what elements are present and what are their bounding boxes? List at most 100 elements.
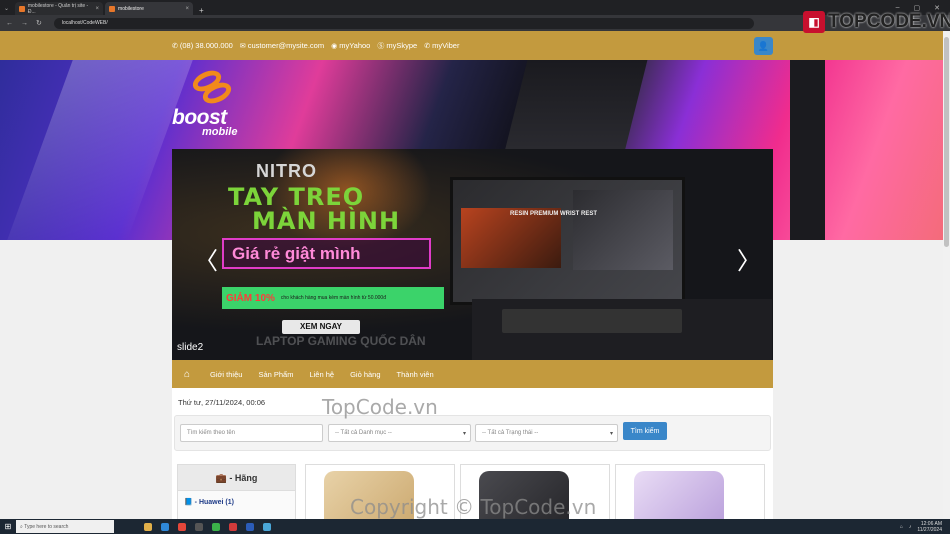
yahoo-link[interactable]: ◉ myYahoo: [331, 41, 370, 51]
book-icon: 📘: [184, 499, 193, 506]
slide-caption: slide2: [177, 342, 204, 353]
chrome-icon[interactable]: [178, 522, 186, 531]
slider-prev-icon[interactable]: 〈: [194, 241, 218, 276]
app-icon[interactable]: [229, 522, 237, 531]
taskbar-apps: [144, 522, 271, 531]
favicon-icon: [19, 5, 25, 12]
sidebar-item-huawei[interactable]: 📘 - Huawei (1): [178, 491, 295, 513]
nav-item-products[interactable]: Sản Phẩm: [250, 370, 301, 379]
network-icon[interactable]: ⌂: [900, 524, 903, 530]
taskbar-search[interactable]: ⌕ Type here to search: [16, 520, 114, 533]
phone-text: (08) 38.000.000: [179, 41, 233, 50]
logo-mark-icon: [189, 66, 236, 108]
forward-icon[interactable]: →: [21, 20, 28, 27]
browser-tab-admin[interactable]: mobilestore - Quản trị site - Đ... ×: [15, 2, 104, 15]
taskbar-search-text: Type here to search: [24, 523, 69, 530]
url-field[interactable]: localhost/CodeWEB/: [53, 17, 754, 29]
favicon-icon: [109, 5, 116, 12]
clock[interactable]: 12:06 AM 11/27/2024: [917, 521, 942, 533]
windows-taskbar: ⊞ ⌕ Type here to search ⌂ ♪ 12:06 AM 11/…: [0, 519, 950, 534]
windows-start-icon[interactable]: ⊞: [0, 522, 16, 531]
slider-next-icon[interactable]: 〉: [737, 241, 761, 276]
browser-tab-store[interactable]: mobilestore ×: [105, 2, 194, 15]
phone-link[interactable]: ✆ (08) 38.000.000: [172, 41, 233, 51]
clock-time: 12:06 AM: [920, 520, 942, 527]
slide-keyboard: [502, 309, 682, 333]
word-icon[interactable]: [246, 522, 254, 531]
page-scrollbar[interactable]: [943, 31, 950, 519]
search-panel: Tìm kiếm theo tên -- Tất cả Danh mục -- …: [174, 415, 771, 451]
site-logo[interactable]: boost mobile: [172, 66, 238, 138]
close-tab-icon[interactable]: ×: [186, 6, 190, 12]
volume-icon[interactable]: ♪: [909, 524, 912, 530]
category-select[interactable]: -- Tất cả Danh mục -- ▾: [328, 424, 471, 442]
viber-link[interactable]: ✆ myViber: [424, 41, 459, 51]
chevron-down-icon: ▾: [609, 430, 613, 437]
chevron-down-icon: ▾: [462, 430, 466, 437]
slide-monitor-image: [450, 177, 685, 305]
watermark-copyright: Copyright © TopCode.vn: [350, 495, 597, 519]
slide-product-text: RESIN PREMIUM WRIST REST: [510, 211, 598, 217]
email-link[interactable]: ✉ customer@mysite.com: [240, 41, 324, 51]
tab-search-icon[interactable]: ⌄: [4, 5, 9, 12]
file-explorer-icon[interactable]: [144, 522, 152, 531]
current-date: Thứ tư, 27/11/2024, 00:06: [178, 398, 266, 407]
app-icon[interactable]: [195, 522, 203, 531]
hero-phone-image: [790, 60, 825, 240]
logo-sub: mobile: [202, 126, 238, 138]
skype-link[interactable]: ⓈmySkype: [377, 41, 417, 51]
tab-title: mobilestore: [118, 5, 144, 12]
sidebar-header: 💼 - Hãng: [178, 465, 295, 491]
viber-text: myViber: [432, 41, 460, 50]
back-icon[interactable]: ←: [6, 20, 13, 27]
app-icon[interactable]: [212, 522, 220, 531]
tab-title: mobilestore - Quản trị site - Đ...: [27, 2, 89, 15]
skype-text: mySkype: [386, 41, 418, 50]
scrollbar-thumb[interactable]: [944, 37, 949, 247]
slide-highlight: Giá rẻ giật mình: [222, 238, 431, 269]
main-nav: ⌂ Giới thiệu Sản Phẩm Liên hệ Giỏ hàng T…: [172, 360, 773, 388]
nav-item-contact[interactable]: Liên hệ: [301, 370, 342, 379]
new-tab-button[interactable]: +: [199, 6, 204, 15]
url-text: localhost/CodeWEB/: [61, 20, 108, 26]
email-icon: ✉: [239, 43, 246, 50]
home-icon[interactable]: ⌂: [172, 369, 202, 380]
search-input[interactable]: Tìm kiếm theo tên: [180, 424, 323, 442]
skype-icon: Ⓢ: [377, 43, 385, 50]
status-select[interactable]: -- Tất cả Trạng thái -- ▾: [475, 424, 618, 442]
search-placeholder: Tìm kiếm theo tên: [187, 430, 236, 436]
topcode-logo-icon: ◧: [803, 11, 825, 33]
user-icon: 👤: [757, 40, 770, 51]
user-account-button[interactable]: 👤: [754, 37, 773, 55]
watermark-logo: ◧ TOPCODE.VN: [803, 11, 950, 33]
logo-name: boost: [172, 106, 227, 129]
search-button[interactable]: Tìm kiếm: [623, 422, 667, 440]
clock-date: 11/27/2024: [917, 526, 942, 533]
yahoo-icon: ◉: [331, 43, 338, 50]
slide-cta-button[interactable]: XEM NGAY: [282, 320, 360, 334]
status-select-value: -- Tất cả Trạng thái --: [482, 430, 539, 436]
contact-links: ✆ (08) 38.000.000 ✉ customer@mysite.com ◉ m…: [172, 41, 459, 51]
slide-footer-text: LAPTOP GAMING QUỐC DÂN: [256, 334, 426, 348]
site-topbar: ✆ (08) 38.000.000 ✉ customer@mysite.com ◉ m…: [0, 31, 950, 60]
nav-item-about[interactable]: Giới thiệu: [202, 370, 250, 379]
image-slider: NITRO TAY TREO MÀN HÌNH Giá rẻ giật mình…: [172, 149, 773, 360]
slide-promo-text: cho khách hàng mua kèm màn hình từ 50.00…: [280, 295, 386, 301]
slide-discount: GIẢM 10%: [226, 292, 275, 304]
app-icon[interactable]: [263, 522, 271, 531]
system-tray: ⌂ ♪ 12:06 AM 11/27/2024: [900, 521, 950, 533]
sidebar-item-label: - Huawei (1): [194, 499, 234, 506]
monitor-screen-art: [573, 190, 673, 270]
vscode-icon[interactable]: [161, 522, 169, 531]
yahoo-text: myYahoo: [339, 41, 371, 50]
watermark-logo-text: TOPCODE.VN: [828, 11, 950, 32]
slide-headline-2: MÀN HÌNH: [252, 207, 401, 235]
nav-item-members[interactable]: Thành viên: [389, 370, 442, 379]
slide-brand: NITRO: [256, 161, 317, 181]
reload-icon[interactable]: ↻: [36, 19, 42, 27]
close-tab-icon[interactable]: ×: [96, 6, 100, 12]
hero-light-beam: [7, 60, 193, 240]
nav-item-cart[interactable]: Giỏ hàng: [342, 370, 388, 379]
phone-icon: ✆: [172, 43, 178, 50]
sidebar-title: - Hãng: [229, 473, 258, 483]
